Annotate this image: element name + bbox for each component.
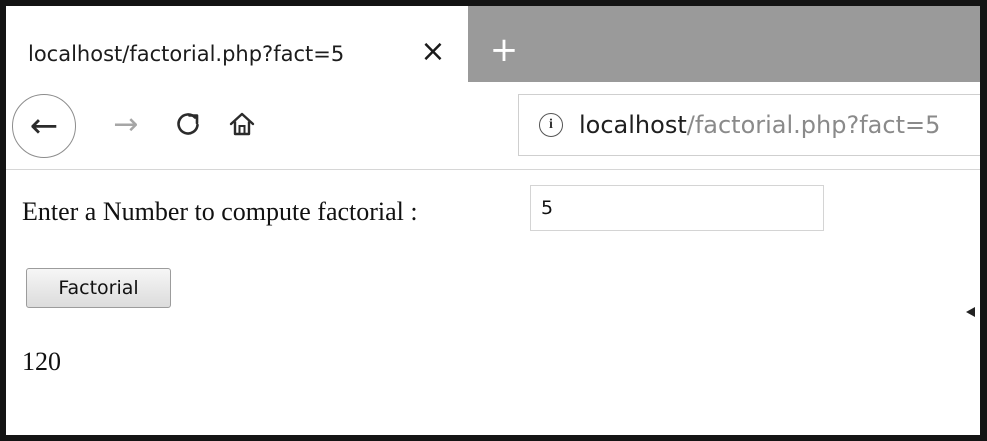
forward-button[interactable]: → (104, 102, 148, 146)
reload-icon (177, 113, 199, 135)
page-content: Enter a Number to compute factorial : Fa… (6, 171, 980, 435)
back-button[interactable]: ← (12, 94, 76, 158)
home-button[interactable] (220, 102, 264, 146)
info-icon[interactable]: i (539, 113, 563, 137)
tab-title: localhost/factorial.php?fact=5 (28, 42, 345, 66)
number-input[interactable] (530, 185, 824, 231)
url-path: /factorial.php?fact=5 (686, 111, 941, 139)
edge-marker (966, 307, 975, 317)
home-icon (229, 112, 255, 136)
factorial-button[interactable]: Factorial (26, 268, 171, 308)
url-host: localhost (579, 111, 687, 139)
close-tab-icon[interactable]: × (416, 34, 450, 69)
arrow-right-icon: → (113, 106, 139, 142)
url-text[interactable]: localhost/factorial.php?fact=5 (579, 111, 940, 139)
browser-window: localhost/factorial.php?fact=5 × + ← → i (0, 0, 987, 441)
address-bar[interactable]: i localhost/factorial.php?fact=5 (518, 94, 980, 156)
new-tab-icon[interactable]: + (486, 30, 522, 70)
tab-strip: localhost/factorial.php?fact=5 × + (6, 6, 980, 82)
factorial-prompt-label: Enter a Number to compute factorial : (22, 197, 418, 226)
active-tab[interactable]: localhost/factorial.php?fact=5 × (6, 6, 468, 82)
navigation-bar: ← → i localhost/factorial.php?fact=5 (6, 82, 980, 170)
factorial-result: 120 (22, 347, 61, 376)
arrow-left-icon: ← (29, 106, 59, 146)
reload-button[interactable] (166, 102, 210, 146)
